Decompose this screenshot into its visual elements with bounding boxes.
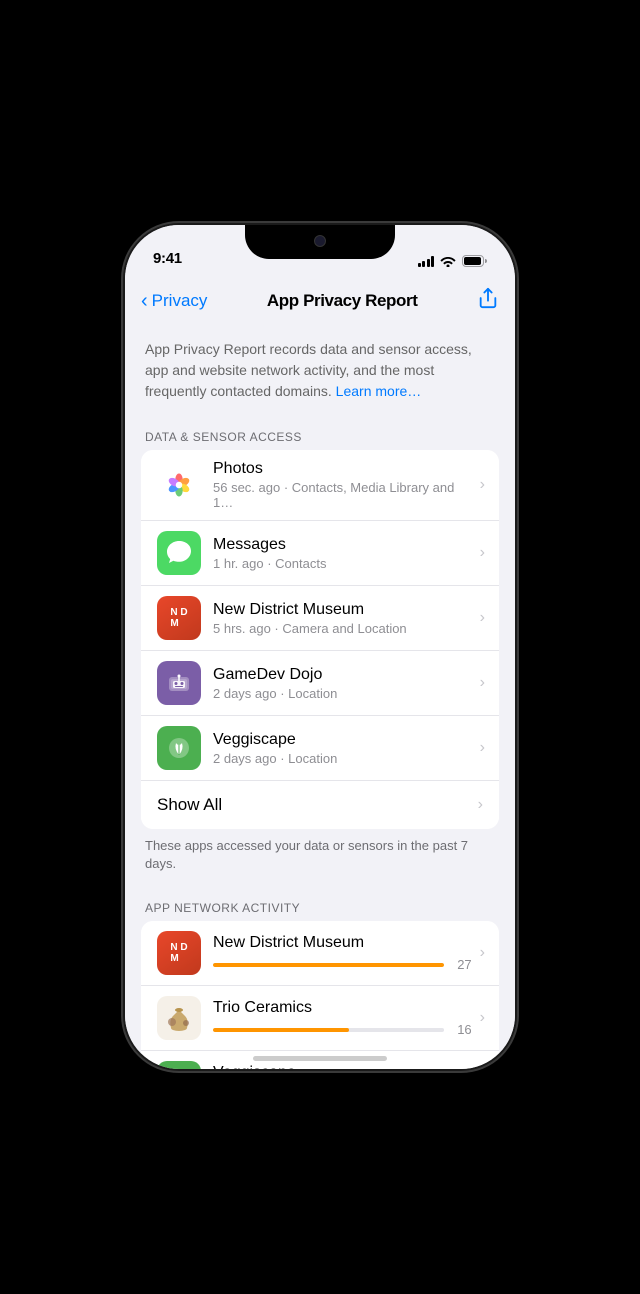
ndm-network-title: New District Museum (213, 934, 472, 952)
back-button[interactable]: ‹ Privacy (141, 291, 207, 311)
chevron-right-icon: › (480, 544, 485, 562)
photos-app-icon (157, 463, 201, 507)
nav-header: ‹ Privacy App Privacy Report (125, 275, 515, 323)
page-title: App Privacy Report (267, 291, 418, 311)
veggiscape-item-subtitle: 2 days ago · Location (213, 751, 472, 766)
ndm-bar-bg (213, 963, 444, 967)
gamedev-app-icon (157, 661, 201, 705)
ndm-network-content: New District Museum 27 (213, 934, 472, 972)
messages-item-subtitle: 1 hr. ago · Contacts (213, 556, 472, 571)
veggiscape-item-title: Veggiscape (213, 731, 472, 749)
list-item[interactable]: Veggiscape 2 days ago · Location › (141, 716, 499, 781)
chevron-right-icon: › (480, 476, 485, 494)
trio-network-title: Trio Ceramics (213, 999, 472, 1017)
status-icons (418, 255, 488, 267)
trio-network-content: Trio Ceramics 16 (213, 999, 472, 1037)
ndm-item-subtitle: 5 hrs. ago · Camera and Location (213, 621, 472, 636)
home-bar (253, 1056, 387, 1061)
ndm-icon-text: N DM (170, 607, 187, 629)
ndm-bar-row: 27 (213, 957, 472, 972)
gamedev-item-title: GameDev Dojo (213, 666, 472, 684)
photos-item-subtitle: 56 sec. ago · Contacts, Media Library an… (213, 480, 472, 510)
photos-item-content: Photos 56 sec. ago · Contacts, Media Lib… (213, 460, 472, 510)
wifi-icon (440, 255, 456, 267)
gamedev-item-subtitle: 2 days ago · Location (213, 686, 472, 701)
network-activity-header: APP NETWORK ACTIVITY (125, 893, 515, 921)
ndm-count: 27 (452, 957, 472, 972)
gamedev-item-content: GameDev Dojo 2 days ago · Location (213, 666, 472, 701)
main-screen: ‹ Privacy App Privacy Report App Privacy… (125, 275, 515, 1069)
description-section: App Privacy Report records data and sens… (125, 323, 515, 422)
phone-frame: 9:41 (125, 225, 515, 1069)
description-text: App Privacy Report records data and sens… (145, 341, 472, 399)
veggiscape-item-content: Veggiscape 2 days ago · Location (213, 731, 472, 766)
signal-bars-icon (418, 255, 435, 267)
chevron-left-icon: ‹ (141, 291, 148, 311)
trio-count: 16 (452, 1022, 472, 1037)
chevron-right-icon: › (480, 609, 485, 627)
veggiscape-network-title: Veggiscape (213, 1064, 472, 1069)
ndm-item-title: New District Museum (213, 601, 472, 619)
list-item[interactable]: Messages 1 hr. ago · Contacts › (141, 521, 499, 586)
data-sensor-footer: These apps accessed your data or sensors… (125, 829, 515, 893)
veggiscape-network-content: Veggiscape 15 (213, 1064, 472, 1069)
list-item[interactable]: GameDev Dojo 2 days ago · Location › (141, 651, 499, 716)
trio-app-icon (157, 996, 201, 1040)
ndm-app-icon: N DM (157, 596, 201, 640)
data-sensor-card: Photos 56 sec. ago · Contacts, Media Lib… (141, 450, 499, 829)
chevron-right-icon: › (480, 1009, 485, 1027)
photos-item-title: Photos (213, 460, 472, 478)
ndm-icon-text: N DM (170, 942, 187, 964)
camera-dot (314, 235, 326, 247)
battery-icon (462, 255, 487, 267)
notch (245, 225, 395, 259)
chevron-right-icon: › (480, 739, 485, 757)
chevron-right-icon: › (478, 796, 483, 814)
ndm-item-content: New District Museum 5 hrs. ago · Camera … (213, 601, 472, 636)
messages-item-content: Messages 1 hr. ago · Contacts (213, 536, 472, 571)
list-item[interactable]: Photos 56 sec. ago · Contacts, Media Lib… (141, 450, 499, 521)
ndm-network-icon: N DM (157, 931, 201, 975)
trio-bar-fill (213, 1028, 349, 1032)
network-list-item[interactable]: Trio Ceramics 16 › (141, 986, 499, 1051)
messages-app-icon (157, 531, 201, 575)
veggiscape-app-icon (157, 726, 201, 770)
chevron-right-icon: › (480, 944, 485, 962)
back-label: Privacy (152, 291, 208, 311)
learn-more-link[interactable]: Learn more… (336, 383, 422, 399)
ndm-bar-fill (213, 963, 444, 967)
share-button[interactable] (477, 287, 499, 315)
show-all-button[interactable]: Show All › (141, 781, 499, 829)
messages-item-title: Messages (213, 536, 472, 554)
status-time: 9:41 (153, 250, 182, 267)
trio-bar-row: 16 (213, 1022, 472, 1037)
trio-bar-bg (213, 1028, 444, 1032)
veggiscape-network-icon (157, 1061, 201, 1069)
network-list-item[interactable]: N DM New District Museum 27 › (141, 921, 499, 986)
data-sensor-header: DATA & SENSOR ACCESS (125, 422, 515, 450)
list-item[interactable]: N DM New District Museum 5 hrs. ago · Ca… (141, 586, 499, 651)
network-activity-card: N DM New District Museum 27 › (141, 921, 499, 1069)
chevron-right-icon: › (480, 674, 485, 692)
show-all-label: Show All (157, 795, 222, 815)
